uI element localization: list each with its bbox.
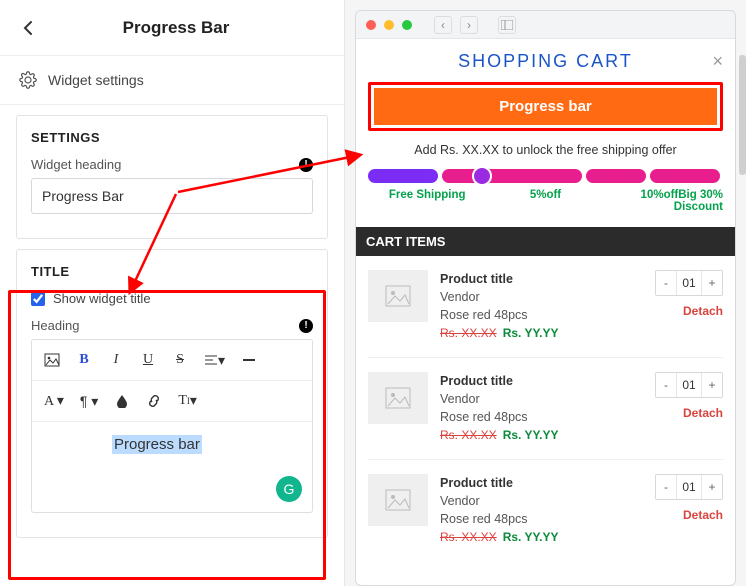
editor-heading-label: Heading	[31, 318, 79, 333]
drop-button[interactable]	[108, 387, 136, 415]
traffic-light-min-icon	[384, 20, 394, 30]
qty-value: 01	[676, 475, 702, 499]
unlock-offer-text: Add Rs. XX.XX to unlock the free shippin…	[368, 143, 723, 157]
progress-seg-2	[442, 169, 582, 183]
tier-2-label: 5%off	[486, 189, 604, 213]
widget-settings-label: Widget settings	[48, 72, 144, 88]
close-icon[interactable]: ×	[712, 51, 723, 72]
qty-minus-button[interactable]: -	[656, 373, 676, 397]
strikethrough-button[interactable]: S	[166, 346, 194, 374]
qty-value: 01	[676, 373, 702, 397]
title-heading: TITLE	[31, 264, 313, 279]
item-new-price: Rs. YY.YY	[503, 428, 559, 442]
cart-item-row: Product title Vendor Rose red 48pcs Rs. …	[368, 256, 723, 358]
item-vendor: Vendor	[440, 390, 643, 408]
item-old-price: Rs. XX.XX	[440, 428, 497, 442]
align-button[interactable]: ▾	[198, 346, 231, 374]
image-icon[interactable]	[38, 346, 66, 374]
item-title: Product title	[440, 372, 643, 390]
qty-plus-button[interactable]: +	[702, 373, 722, 397]
underline-button[interactable]: U	[134, 346, 162, 374]
item-variant: Rose red 48pcs	[440, 408, 643, 426]
item-new-price: Rs. YY.YY	[503, 326, 559, 340]
item-vendor: Vendor	[440, 492, 643, 510]
qty-value: 01	[676, 271, 702, 295]
item-variant: Rose red 48pcs	[440, 306, 643, 324]
settings-heading: SETTINGS	[31, 130, 313, 145]
item-vendor: Vendor	[440, 288, 643, 306]
layout-button[interactable]	[498, 16, 516, 34]
cart-items-heading: CART ITEMS	[356, 227, 735, 256]
italic-button[interactable]: I	[102, 346, 130, 374]
info-icon[interactable]: !	[299, 319, 313, 333]
qty-plus-button[interactable]: +	[702, 271, 722, 295]
scrollbar[interactable]	[739, 55, 746, 175]
grammarly-icon[interactable]: G	[276, 476, 302, 502]
font-family-button[interactable]: A ▾	[38, 387, 70, 415]
qty-minus-button[interactable]: -	[656, 475, 676, 499]
product-thumb-icon	[368, 372, 428, 424]
editor-body[interactable]: Progress bar G	[32, 422, 312, 512]
progress-seg-3	[586, 169, 646, 183]
tier-3-label: 10%offBig 30% Discount	[605, 189, 723, 213]
traffic-light-max-icon	[402, 20, 412, 30]
settings-card: SETTINGS Widget heading !	[16, 115, 328, 239]
minus-button[interactable]	[235, 346, 263, 374]
item-title: Product title	[440, 270, 643, 288]
tier-labels: Free Shipping 5%off 10%offBig 30% Discou…	[368, 189, 723, 213]
gear-icon	[18, 70, 38, 90]
nav-prev-button[interactable]: ‹	[434, 16, 452, 34]
progress-thumb-icon[interactable]	[472, 166, 492, 186]
item-old-price: Rs. XX.XX	[440, 326, 497, 340]
item-title: Product title	[440, 474, 643, 492]
panel-title: Progress Bar	[8, 18, 344, 38]
clear-format-button[interactable]: TI▾	[172, 387, 203, 415]
progress-bar-highlight: Progress bar	[368, 82, 723, 131]
item-new-price: Rs. YY.YY	[503, 530, 559, 544]
cart-title: SHOPPING CART	[458, 51, 633, 72]
rich-editor: B I U S ▾ A ▾ ¶ ▾ TI▾	[31, 339, 313, 513]
editor-value: Progress bar	[112, 435, 202, 454]
item-variant: Rose red 48pcs	[440, 510, 643, 528]
traffic-light-close-icon	[366, 20, 376, 30]
product-thumb-icon	[368, 474, 428, 526]
bold-button[interactable]: B	[70, 346, 98, 374]
widget-heading-label: Widget heading	[31, 157, 121, 172]
qty-minus-button[interactable]: -	[656, 271, 676, 295]
show-widget-title-label: Show widget title	[53, 291, 151, 306]
browser-bar: ‹ ›	[356, 11, 735, 39]
widget-settings-row[interactable]: Widget settings	[0, 56, 344, 105]
title-card: TITLE Show widget title Heading ! B I	[16, 249, 328, 538]
browser-frame: ‹ › SHOPPING CART × Progress bar Add Rs.…	[355, 10, 736, 586]
cart-item-row: Product title Vendor Rose red 48pcs Rs. …	[368, 460, 723, 561]
widget-heading-input[interactable]	[31, 178, 313, 214]
tier-1-label: Free Shipping	[368, 189, 486, 213]
progress-seg-4	[650, 169, 720, 183]
preview-pane: ‹ › SHOPPING CART × Progress bar Add Rs.…	[345, 0, 746, 586]
info-icon[interactable]: !	[299, 158, 313, 172]
progress-bar-banner: Progress bar	[374, 88, 717, 125]
detach-button[interactable]: Detach	[655, 304, 723, 318]
nav-next-button[interactable]: ›	[460, 16, 478, 34]
progress-seg-1	[368, 169, 438, 183]
panel-header: Progress Bar	[0, 0, 344, 56]
settings-panel: Progress Bar Widget settings SETTINGS Wi…	[0, 0, 345, 586]
link-button[interactable]	[140, 387, 168, 415]
product-thumb-icon	[368, 270, 428, 322]
detach-button[interactable]: Detach	[655, 508, 723, 522]
paragraph-button[interactable]: ¶ ▾	[74, 387, 104, 415]
item-old-price: Rs. XX.XX	[440, 530, 497, 544]
qty-plus-button[interactable]: +	[702, 475, 722, 499]
detach-button[interactable]: Detach	[655, 406, 723, 420]
cart-item-row: Product title Vendor Rose red 48pcs Rs. …	[368, 358, 723, 460]
show-widget-title-checkbox[interactable]	[31, 292, 45, 306]
progress-track	[368, 169, 723, 183]
